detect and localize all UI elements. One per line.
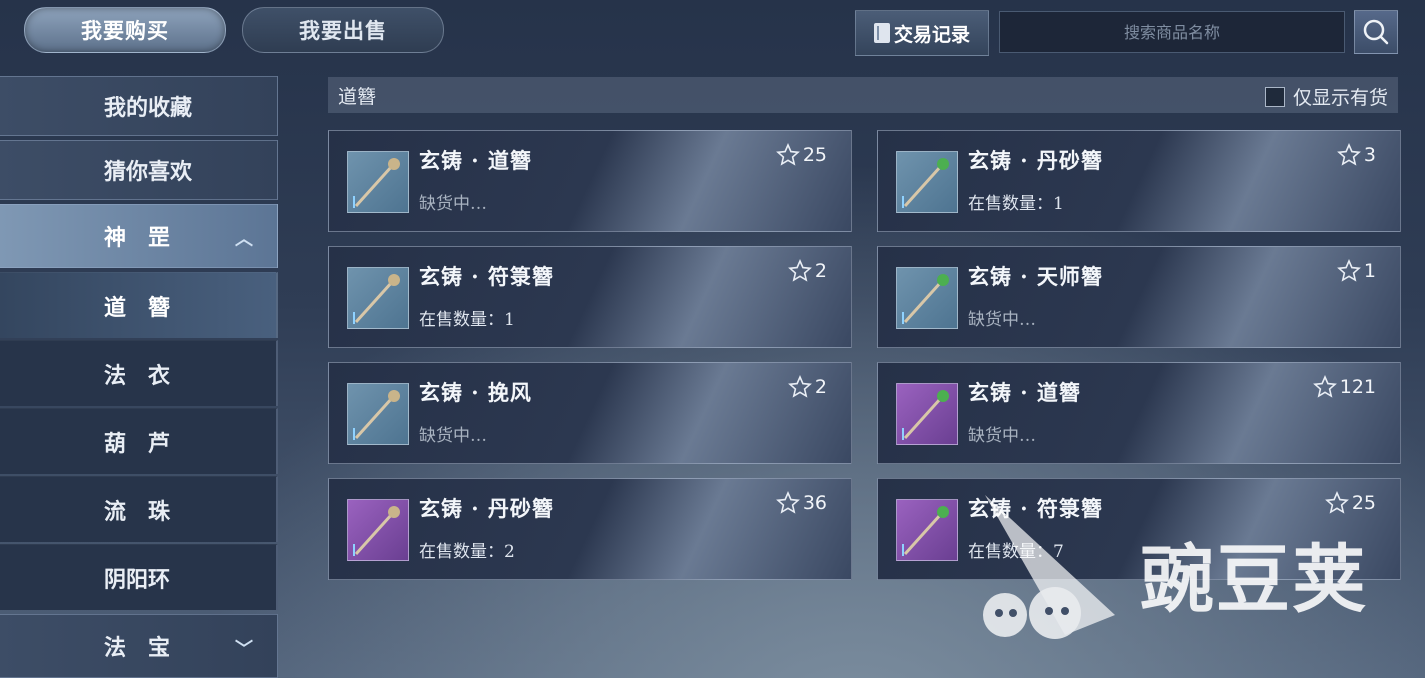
item-card[interactable]: 玄铸 · 丹砂簪在售数量：1 3 <box>877 130 1401 232</box>
trade-record-label: 交易记录 <box>893 23 970 46</box>
favorite-button[interactable]: 2 <box>787 375 827 399</box>
search-icon <box>1363 19 1389 45</box>
favorite-button[interactable]: 1 <box>1336 259 1376 283</box>
sidebar-item-recommend[interactable]: 猜你喜欢 <box>0 140 278 200</box>
favorite-count: 3 <box>1363 144 1376 166</box>
favorite-count: 25 <box>802 144 827 166</box>
favorite-count: 2 <box>814 376 827 398</box>
sidebar-item-label: 流 珠 <box>104 498 171 525</box>
star-icon <box>1312 375 1337 398</box>
favorite-count: 36 <box>802 492 827 514</box>
item-thumbnail <box>896 383 958 445</box>
item-status: 缺货中… <box>968 310 1036 330</box>
star-icon <box>787 375 812 398</box>
favorite-button[interactable]: 25 <box>775 143 827 167</box>
item-thumbnail <box>347 383 409 445</box>
hairpin-icon <box>902 506 949 556</box>
instock-checkbox[interactable] <box>1264 86 1285 107</box>
item-status: 缺货中… <box>968 426 1036 446</box>
instock-label: 仅显示有货 <box>1292 87 1388 109</box>
watermark-text: 豌豆荚 <box>1140 537 1368 623</box>
sidebar-item-fayi[interactable]: 法 衣 <box>0 340 278 406</box>
item-name: 玄铸 · 道簪 <box>968 380 1081 405</box>
item-card[interactable]: 玄铸 · 天师簪缺货中… 1 <box>877 246 1401 348</box>
sidebar-item-label: 法 宝 <box>104 635 171 661</box>
item-status: 在售数量：7 <box>968 542 1064 562</box>
search-input[interactable] <box>999 11 1345 53</box>
favorite-button[interactable]: 121 <box>1312 375 1376 399</box>
item-status: 缺货中… <box>419 194 487 214</box>
item-name: 玄铸 · 符箓簪 <box>968 496 1103 521</box>
hairpin-icon <box>902 158 949 208</box>
favorite-count: 121 <box>1339 376 1376 398</box>
favorite-button[interactable]: 3 <box>1336 143 1376 167</box>
item-thumbnail <box>347 267 409 329</box>
favorite-button[interactable]: 2 <box>787 259 827 283</box>
sidebar-item-yinyanghuan[interactable]: 阴阳环 <box>0 544 278 610</box>
sidebar-item-liuzhu[interactable]: 流 珠 <box>0 476 278 542</box>
sidebar-item-label: 我的收藏 <box>104 95 193 121</box>
item-status: 在售数量：1 <box>419 310 515 330</box>
sidebar-category-fabao[interactable]: 法 宝 ﹀ <box>0 614 278 678</box>
category-sidebar: 我的收藏 猜你喜欢 神 罡 ︿ 道 簪 法 衣 葫 芦 流 珠 阴阳环 法 宝 … <box>0 76 280 678</box>
sidebar-item-label: 葫 芦 <box>104 430 171 457</box>
filter-bar: 道簪 仅显示有货 <box>328 77 1398 113</box>
hairpin-icon <box>902 274 949 324</box>
sidebar-item-label: 神 罡 <box>104 225 171 251</box>
expand-chevron-icon: ﹀ <box>235 639 253 660</box>
item-status: 缺货中… <box>419 426 487 446</box>
category-title: 道簪 <box>338 85 377 108</box>
favorite-count: 2 <box>814 260 827 282</box>
hairpin-icon <box>353 390 400 440</box>
hairpin-icon <box>353 158 400 208</box>
star-icon <box>1336 259 1361 282</box>
favorite-count: 25 <box>1351 492 1376 514</box>
item-card[interactable]: 玄铸 · 道簪缺货中… 121 <box>877 362 1401 464</box>
item-name: 玄铸 · 符箓簪 <box>419 264 554 289</box>
star-icon <box>787 259 812 282</box>
sidebar-item-label: 道 簪 <box>104 294 171 321</box>
sidebar-item-label: 猜你喜欢 <box>104 159 193 185</box>
item-status: 在售数量：2 <box>419 542 515 562</box>
collapse-chevron-icon: ︿ <box>235 229 253 250</box>
item-thumbnail <box>896 151 958 213</box>
favorite-count: 1 <box>1363 260 1376 282</box>
item-name: 玄铸 · 天师簪 <box>968 264 1103 289</box>
item-card[interactable]: 玄铸 · 符箓簪在售数量：1 2 <box>328 246 852 348</box>
sidebar-item-label: 阴阳环 <box>104 566 171 593</box>
item-thumbnail <box>896 499 958 561</box>
item-name: 玄铸 · 道簪 <box>419 148 532 173</box>
favorite-button[interactable]: 36 <box>775 491 827 515</box>
hairpin-icon <box>353 506 400 556</box>
item-thumbnail <box>896 267 958 329</box>
tab-buy[interactable]: 我要购买 <box>24 7 226 53</box>
item-status: 在售数量：1 <box>968 194 1064 214</box>
item-card[interactable]: 玄铸 · 挽风缺货中… 2 <box>328 362 852 464</box>
hairpin-icon <box>353 274 400 324</box>
star-icon <box>775 491 800 514</box>
trade-record-button[interactable]: 交易记录 <box>855 10 989 56</box>
star-icon <box>1324 491 1349 514</box>
sidebar-item-label: 法 衣 <box>104 362 171 389</box>
item-name: 玄铸 · 丹砂簪 <box>419 496 554 521</box>
tab-sell[interactable]: 我要出售 <box>242 7 444 53</box>
sidebar-category-shengang[interactable]: 神 罡 ︿ <box>0 204 278 268</box>
item-thumbnail <box>347 499 409 561</box>
hairpin-icon <box>902 390 949 440</box>
item-card[interactable]: 玄铸 · 道簪缺货中… 25 <box>328 130 852 232</box>
instock-toggle[interactable]: 仅显示有货 <box>1264 83 1388 110</box>
star-icon <box>1336 143 1361 166</box>
sidebar-item-favorites[interactable]: 我的收藏 <box>0 76 278 136</box>
book-icon <box>873 23 890 43</box>
item-name: 玄铸 · 丹砂簪 <box>968 148 1103 173</box>
sidebar-item-daozan[interactable]: 道 簪 <box>0 272 278 338</box>
item-card[interactable]: 玄铸 · 丹砂簪在售数量：2 36 <box>328 478 852 580</box>
item-name: 玄铸 · 挽风 <box>419 380 532 405</box>
favorite-button[interactable]: 25 <box>1324 491 1376 515</box>
search-button[interactable] <box>1354 10 1398 54</box>
star-icon <box>775 143 800 166</box>
sidebar-item-hulu[interactable]: 葫 芦 <box>0 408 278 474</box>
item-thumbnail <box>347 151 409 213</box>
